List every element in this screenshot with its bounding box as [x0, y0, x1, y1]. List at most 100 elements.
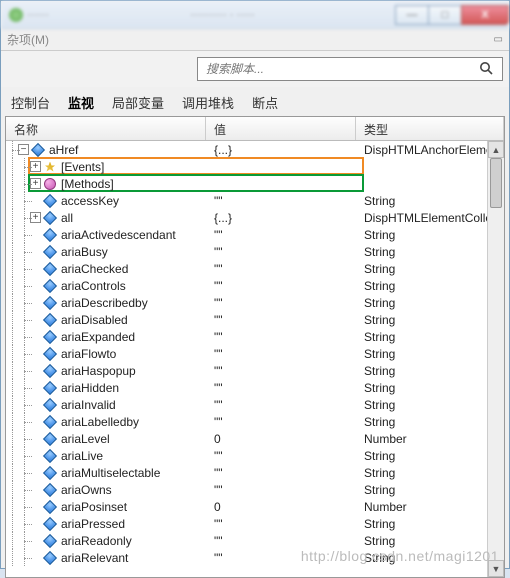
- tree-connector: [6, 481, 18, 498]
- prop-name: ariaDisabled: [61, 313, 128, 327]
- maximize-button[interactable]: □: [428, 5, 462, 25]
- prop-value: "": [206, 313, 356, 327]
- col-name[interactable]: 名称: [6, 117, 206, 140]
- prop-name: ariaRelevant: [61, 551, 128, 565]
- tree-row[interactable]: ariaOwns""String: [6, 481, 504, 498]
- tree[interactable]: −aHref{...}DispHTMLAnchorElement+[Events…: [6, 141, 504, 577]
- vertical-scrollbar[interactable]: ▲ ▼: [487, 141, 504, 577]
- watch-panel: 名称 值 类型 −aHref{...}DispHTMLAnchorElement…: [5, 116, 505, 578]
- prop-type: String: [356, 347, 504, 361]
- tree-row[interactable]: ariaDescribedby""String: [6, 294, 504, 311]
- tree-connector: [6, 260, 18, 277]
- vscroll-track[interactable]: [488, 158, 504, 560]
- tab-3[interactable]: 调用堆栈: [182, 93, 234, 116]
- prop-value: "": [206, 483, 356, 497]
- close-button[interactable]: X: [461, 5, 509, 25]
- tree-row[interactable]: ariaMultiselectable""String: [6, 464, 504, 481]
- search-input[interactable]: [206, 62, 478, 76]
- tab-4[interactable]: 断点: [252, 93, 278, 116]
- tree-row[interactable]: ariaChecked""String: [6, 260, 504, 277]
- prop-value: "": [206, 517, 356, 531]
- tree-row[interactable]: ariaPosinset0Number: [6, 498, 504, 515]
- prop-value: "": [206, 245, 356, 259]
- prop-name: ariaOwns: [61, 483, 112, 497]
- tree-connector: [18, 515, 30, 532]
- tree-connector: [18, 328, 30, 345]
- tree-row[interactable]: ariaHidden""String: [6, 379, 504, 396]
- tree-connector: [6, 243, 18, 260]
- prop-value: 0: [206, 500, 356, 514]
- app-window: ······ ·········· · ····· — □ X 杂项(M) ▭ …: [0, 0, 510, 569]
- search-icon[interactable]: [478, 60, 496, 78]
- diamond-icon: [43, 364, 57, 378]
- tree-connector: [6, 498, 18, 515]
- tree-row[interactable]: ariaControls""String: [6, 277, 504, 294]
- tree-connector: [6, 515, 18, 532]
- tab-2[interactable]: 局部变量: [112, 93, 164, 116]
- tree-row[interactable]: ariaLabelledby""String: [6, 413, 504, 430]
- prop-name: ariaInvalid: [61, 398, 116, 412]
- titlebar-text-center: ·········· · ·····: [190, 9, 255, 21]
- diamond-icon: [31, 143, 45, 157]
- tree-row[interactable]: ariaRelevant ""String: [6, 549, 504, 566]
- prop-value: "": [206, 415, 356, 429]
- tree-connector: [18, 175, 30, 192]
- minimize-button[interactable]: —: [395, 5, 429, 25]
- prop-name: aHref: [49, 143, 78, 157]
- search-box[interactable]: [197, 57, 503, 81]
- prop-type: String: [356, 466, 504, 480]
- tree-row[interactable]: ariaLive ""String: [6, 447, 504, 464]
- tree-row[interactable]: ariaExpanded""String: [6, 328, 504, 345]
- prop-type: DispHTMLAnchorElement: [356, 143, 504, 157]
- scroll-up-icon[interactable]: ▲: [488, 141, 504, 158]
- tree-connector: [6, 209, 18, 226]
- tree-row[interactable]: ariaBusy""String: [6, 243, 504, 260]
- prop-type: String: [356, 449, 504, 463]
- searchbar: [1, 51, 509, 87]
- prop-value: "": [206, 194, 356, 208]
- diamond-icon: [43, 500, 57, 514]
- vscroll-thumb[interactable]: [490, 158, 502, 208]
- prop-type: Number: [356, 432, 504, 446]
- col-type[interactable]: 类型: [356, 117, 504, 140]
- tree-connector: [18, 498, 30, 515]
- prop-name: ariaReadonly: [61, 534, 132, 548]
- tree-row[interactable]: ariaReadonly""String: [6, 532, 504, 549]
- tree-connector: [18, 294, 30, 311]
- prop-name: ariaLive: [61, 449, 103, 463]
- tree-connector: [6, 362, 18, 379]
- menu-overflow-icon[interactable]: ▭: [494, 34, 503, 45]
- tree-row[interactable]: ariaInvalid""String: [6, 396, 504, 413]
- tree-row[interactable]: ariaPressed""String: [6, 515, 504, 532]
- tree-row[interactable]: ariaHaspopup""String: [6, 362, 504, 379]
- tab-0[interactable]: 控制台: [11, 93, 50, 116]
- tree-row[interactable]: ariaFlowto""String: [6, 345, 504, 362]
- tree-connector: [18, 464, 30, 481]
- column-headers: 名称 值 类型: [6, 117, 504, 141]
- tree-connector: [6, 158, 18, 175]
- tree-row[interactable]: +[Events]: [6, 158, 504, 175]
- prop-value: "": [206, 296, 356, 310]
- titlebar[interactable]: ······ ·········· · ····· — □ X: [1, 1, 509, 29]
- diamond-icon: [43, 398, 57, 412]
- prop-value: "": [206, 364, 356, 378]
- prop-value: "": [206, 449, 356, 463]
- tab-1[interactable]: 监视: [68, 93, 94, 116]
- tree-row[interactable]: ariaDisabled ""String: [6, 311, 504, 328]
- tree-row[interactable]: −aHref{...}DispHTMLAnchorElement: [6, 141, 504, 158]
- prop-value: "": [206, 551, 356, 565]
- tree-connector: [6, 226, 18, 243]
- tree-row[interactable]: accessKey""String: [6, 192, 504, 209]
- tree-row[interactable]: +all{...}DispHTMLElementCollec: [6, 209, 504, 226]
- menu-misc[interactable]: 杂项(M): [7, 31, 49, 48]
- prop-value: "": [206, 534, 356, 548]
- prop-value: "": [206, 262, 356, 276]
- prop-type: String: [356, 551, 504, 565]
- prop-type: String: [356, 313, 504, 327]
- tree-connector: [18, 549, 30, 566]
- col-value[interactable]: 值: [206, 117, 356, 140]
- tree-row[interactable]: ariaLevel0Number: [6, 430, 504, 447]
- tree-connector: [18, 481, 30, 498]
- tree-row[interactable]: ariaActivedescendant""String: [6, 226, 504, 243]
- tree-row[interactable]: +[Methods]: [6, 175, 504, 192]
